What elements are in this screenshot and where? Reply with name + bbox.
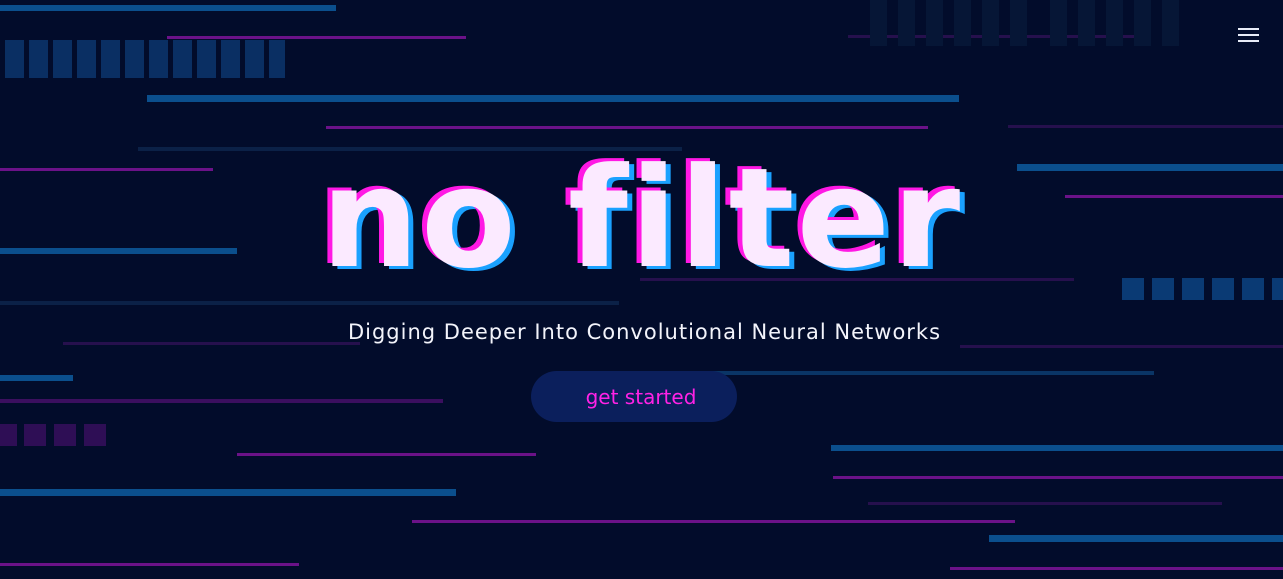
glitch-line: [868, 502, 1222, 505]
glitch-block: [1078, 0, 1095, 46]
glitch-block: [982, 0, 999, 46]
glitch-line: [833, 476, 1283, 479]
glitch-block: [954, 0, 971, 46]
glitch-line: [326, 126, 928, 129]
glitch-line: [0, 399, 443, 403]
glitch-block: [77, 40, 96, 78]
glitch-line: [147, 95, 959, 102]
glitch-block: [1162, 0, 1179, 46]
glitch-line: [0, 301, 619, 305]
glitch-line: [960, 345, 1283, 348]
glitch-block: [221, 40, 240, 78]
glitch-line: [237, 453, 536, 456]
hamburger-menu-icon[interactable]: [1234, 24, 1264, 48]
glitch-line: [989, 535, 1283, 542]
glitch-block: [898, 0, 915, 46]
glitch-block: [5, 40, 24, 78]
glitch-block: [1134, 0, 1151, 46]
glitch-block: [1050, 0, 1067, 46]
glitch-line: [167, 36, 466, 39]
glitch-block: [269, 40, 285, 78]
glitch-block: [54, 424, 76, 446]
hero-subtitle: Digging Deeper Into Convolutional Neural…: [347, 320, 942, 344]
menu-bar: [1238, 28, 1259, 30]
menu-bar: [1238, 34, 1259, 36]
glitch-line: [412, 520, 1015, 523]
glitch-block: [173, 40, 192, 78]
glitch-block: [101, 40, 120, 78]
hero-title: no filter: [320, 138, 963, 299]
glitch-block: [149, 40, 168, 78]
glitch-line: [700, 371, 1154, 375]
glitch-block: [926, 0, 943, 46]
glitch-line: [1008, 125, 1283, 128]
glitch-line: [831, 445, 1283, 451]
glitch-block: [245, 40, 264, 78]
menu-bar: [1238, 40, 1259, 42]
glitch-block: [24, 424, 46, 446]
glitch-line: [0, 563, 299, 566]
glitch-line: [0, 489, 456, 496]
glitch-block: [53, 40, 72, 78]
glitch-block: [1106, 0, 1123, 46]
glitch-block: [1010, 0, 1027, 46]
glitch-block: [125, 40, 144, 78]
glitch-block: [84, 424, 106, 446]
glitch-block: [29, 40, 48, 78]
glitch-block: [870, 0, 887, 46]
glitch-line: [950, 567, 1283, 570]
glitch-block: [0, 424, 17, 446]
glitch-line: [0, 5, 336, 11]
glitch-block: [197, 40, 216, 78]
glitch-line: [0, 375, 73, 381]
get-started-button[interactable]: get started: [531, 371, 737, 422]
